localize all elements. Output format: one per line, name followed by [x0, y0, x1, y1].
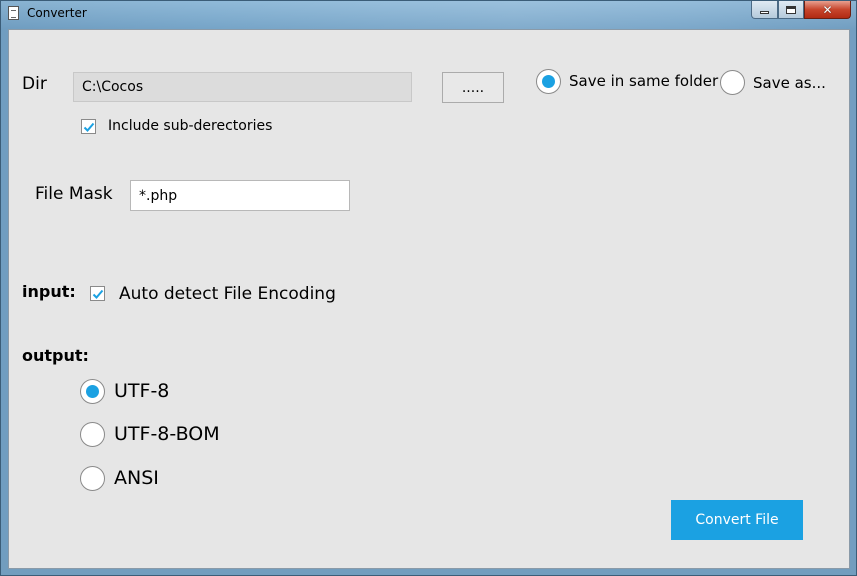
- save-as-label: Save as...: [753, 74, 826, 92]
- output-ansi-label: ANSI: [114, 467, 159, 489]
- converter-window: Converter ✕ Dir C:\Cocos ..... Save in s…: [0, 0, 857, 576]
- output-heading: output:: [22, 346, 89, 365]
- file-mask-input[interactable]: *.php: [130, 180, 350, 211]
- output-ansi-radio[interactable]: [80, 466, 105, 491]
- include-subdirs-label: Include sub-derectories: [108, 118, 273, 134]
- window-title: Converter: [27, 6, 87, 20]
- output-utf8-bom-radio[interactable]: [80, 422, 105, 447]
- file-mask-label: File Mask: [35, 184, 113, 204]
- output-utf8-label: UTF-8: [114, 380, 170, 402]
- browse-button[interactable]: .....: [442, 72, 504, 103]
- output-utf8-radio[interactable]: [80, 379, 105, 404]
- close-button[interactable]: ✕: [804, 1, 851, 19]
- radio-selected-dot: [542, 75, 555, 88]
- input-heading: input:: [22, 282, 76, 301]
- file-mask-value: *.php: [139, 187, 178, 204]
- maximize-icon: [786, 5, 796, 14]
- client-area: Dir C:\Cocos ..... Save in same folder S…: [8, 29, 850, 569]
- minimize-button[interactable]: [751, 1, 778, 19]
- radio-selected-dot: [86, 385, 99, 398]
- convert-file-button[interactable]: Convert File: [671, 500, 803, 540]
- output-utf8-bom-label: UTF-8-BOM: [114, 423, 220, 445]
- save-same-folder-label: Save in same folder: [569, 72, 719, 90]
- dir-label: Dir: [22, 74, 47, 94]
- app-document-icon: [8, 6, 19, 20]
- close-icon: ✕: [822, 2, 833, 17]
- save-same-folder-radio[interactable]: [536, 69, 561, 94]
- include-subdirs-checkbox[interactable]: [81, 119, 96, 134]
- auto-detect-label: Auto detect File Encoding: [119, 284, 336, 304]
- minimize-icon: [760, 11, 769, 14]
- checkmark-icon: [92, 289, 103, 299]
- maximize-button[interactable]: [778, 1, 804, 19]
- checkmark-icon: [83, 122, 94, 132]
- dir-path-value: C:\Cocos: [82, 79, 144, 95]
- auto-detect-checkbox[interactable]: [90, 286, 105, 301]
- dir-path-field[interactable]: C:\Cocos: [73, 72, 412, 102]
- title-bar[interactable]: Converter: [1, 1, 856, 29]
- save-as-radio[interactable]: [720, 70, 745, 95]
